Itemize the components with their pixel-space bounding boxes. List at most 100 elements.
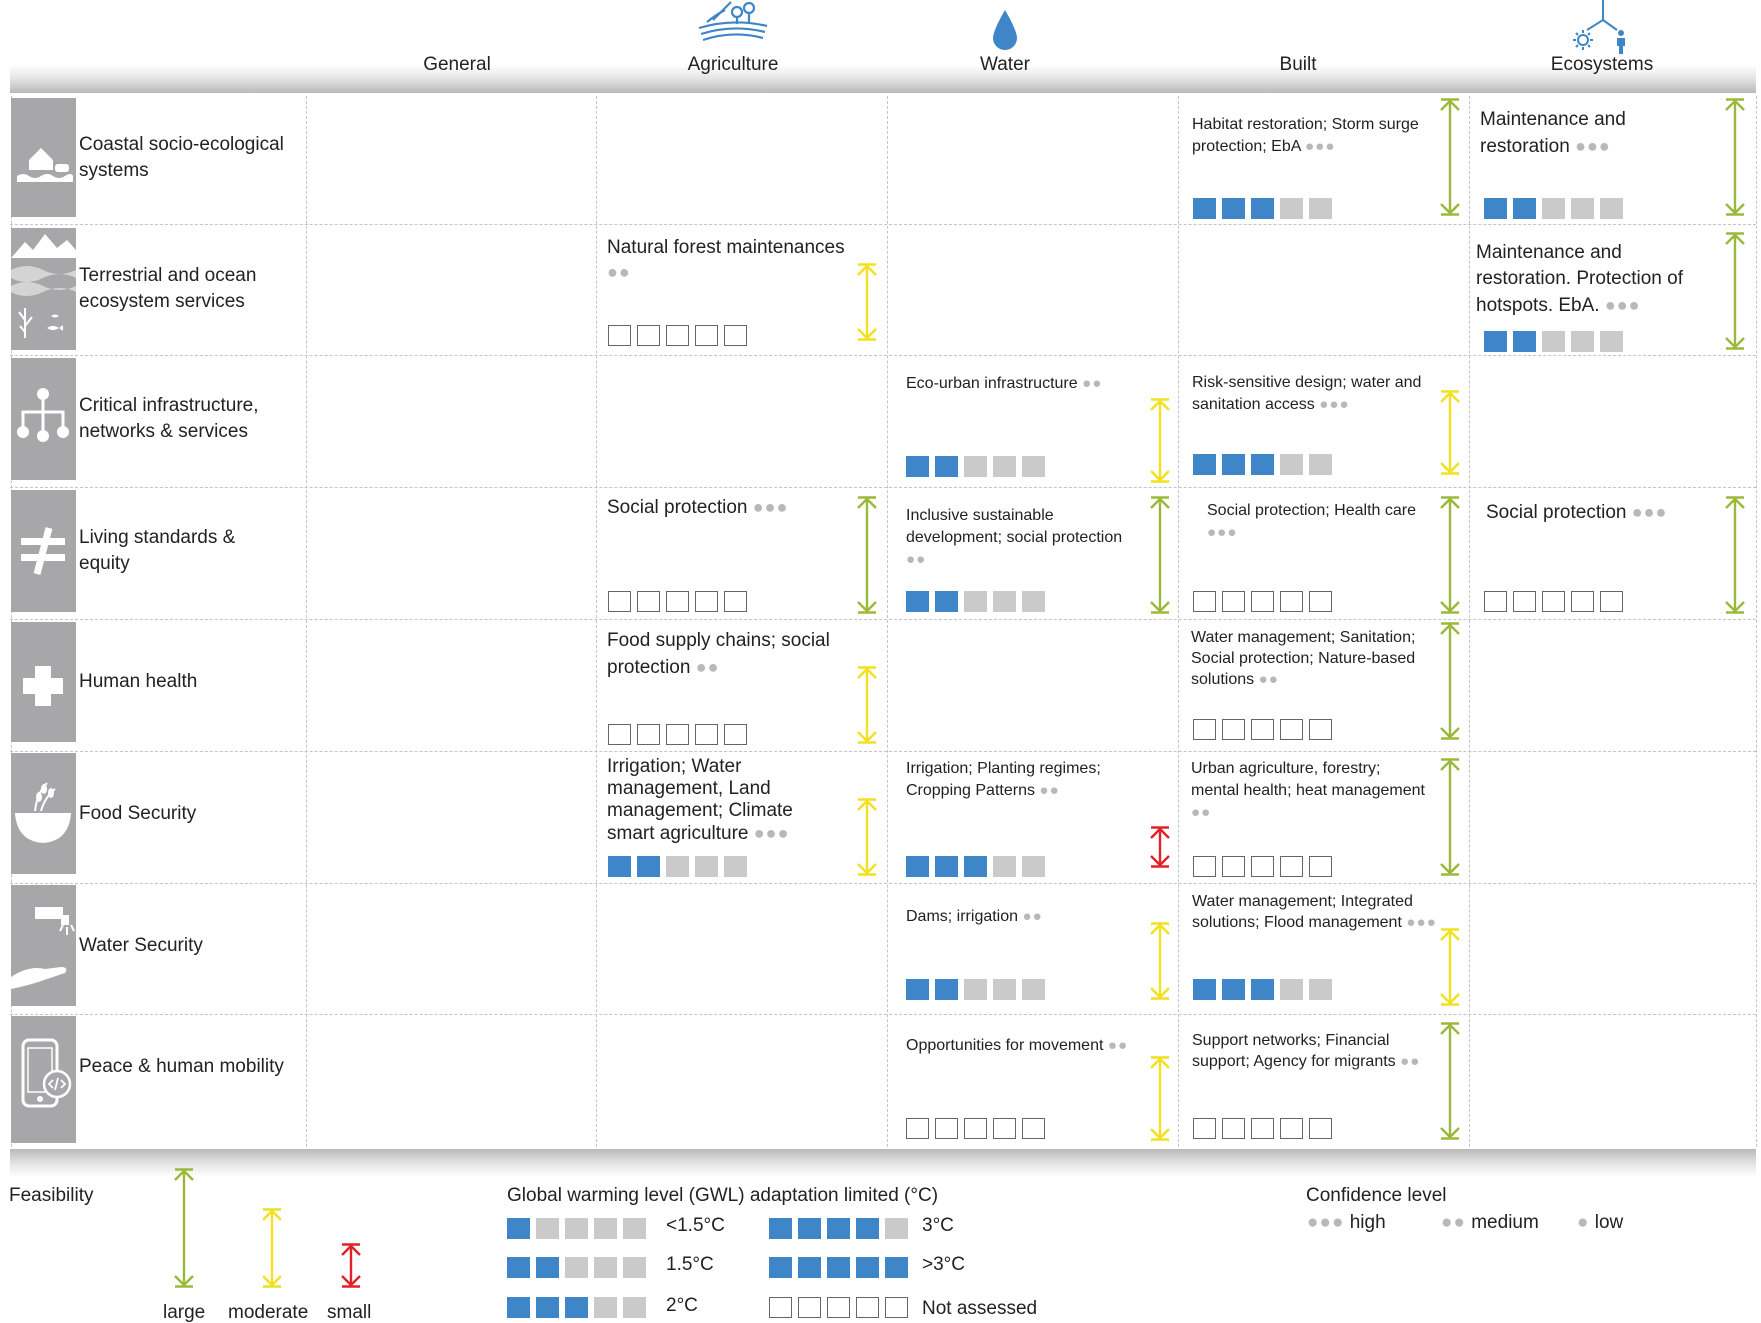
legend-gwl-blocks [507, 1257, 646, 1278]
legend-feasibility-label: small [327, 1302, 372, 1323]
gwl-block [608, 325, 631, 346]
column-divider [596, 96, 597, 1147]
gwl-indicator [608, 591, 747, 612]
gwl-block [1222, 591, 1245, 612]
gwl-block [964, 591, 987, 612]
legend-confidence-title: Confidence level [1306, 1185, 1447, 1206]
legend-feasibility-label: moderate [228, 1302, 309, 1323]
gwl-block [1193, 198, 1216, 219]
gwl-block [637, 325, 660, 346]
gwl-block [1309, 454, 1332, 475]
option-text: Maintenance and restoration. Protection … [1476, 242, 1683, 316]
gwl-block [536, 1297, 559, 1318]
gwl-block [724, 856, 747, 877]
option-text: Urban agriculture, forestry; mental heal… [1191, 760, 1425, 799]
gwl-block [1484, 198, 1507, 219]
ecosystem-network-icon [1567, 0, 1637, 59]
gwl-block [856, 1297, 879, 1318]
option-text: Water management; Sanitation; Social pro… [1191, 629, 1416, 688]
option-text: Social protection [607, 497, 748, 518]
gwl-block [1022, 591, 1045, 612]
gwl-block [769, 1257, 792, 1278]
gwl-block [935, 591, 958, 612]
row-label: Human health [79, 671, 198, 692]
legend-arrow-large [174, 1168, 194, 1288]
gwl-block [565, 1297, 588, 1318]
gwl-block [1309, 198, 1332, 219]
gwl-block [1022, 456, 1045, 477]
gwl-block [623, 1297, 646, 1318]
feasibility-arrow-large [1725, 98, 1745, 216]
column-header-general: General [423, 54, 491, 75]
gwl-indicator [906, 979, 1045, 1000]
feasibility-arrow-moderate [1440, 928, 1460, 1006]
mountain-ocean-icon [11, 228, 76, 350]
gwl-block [1251, 198, 1274, 219]
gwl-block [608, 591, 631, 612]
adaptation-option: Irrigation; Planting regimes; Cropping P… [906, 758, 1156, 802]
confidence-dots: ●●● [753, 823, 790, 843]
confidence-dots: ●● [1107, 1037, 1129, 1054]
gwl-block [1251, 454, 1274, 475]
gwl-block [1542, 331, 1565, 352]
gwl-block [695, 591, 718, 612]
column-divider [306, 96, 307, 1147]
feasibility-arrow-moderate [857, 666, 877, 744]
mobile-phone-icon [11, 1016, 76, 1143]
gwl-indicator [1193, 719, 1332, 740]
column-divider [1469, 96, 1470, 1147]
row-label: Coastal socio-ecological systems [79, 133, 284, 181]
gwl-indicator [608, 856, 747, 877]
legend-gwl-blocks [507, 1218, 646, 1239]
gwl-block [1280, 719, 1303, 740]
gwl-block [695, 325, 718, 346]
gwl-block [856, 1218, 879, 1239]
gwl-block [695, 724, 718, 745]
gwl-block [993, 856, 1016, 877]
row-divider [10, 224, 1756, 225]
gwl-block [1280, 591, 1303, 612]
adaptation-option: Risk-sensitive design; water and sanitat… [1192, 372, 1432, 416]
gwl-block [724, 591, 747, 612]
confidence-dots: ●● [1022, 908, 1043, 925]
gwl-block [1571, 331, 1594, 352]
gwl-indicator [1193, 856, 1332, 877]
gwl-block [769, 1297, 792, 1318]
gwl-block [594, 1257, 617, 1278]
gwl-block [565, 1257, 588, 1278]
adaptation-option: Dams; irrigation ●● [906, 906, 1146, 928]
gwl-block [906, 856, 929, 877]
column-divider [1178, 96, 1179, 1147]
gwl-block [1280, 1118, 1303, 1139]
legend-gwl-blocks [769, 1218, 908, 1239]
confidence-dots: ●●● [1307, 1212, 1345, 1233]
column-divider [1756, 96, 1757, 1147]
option-text: Eco-urban infrastructure [906, 375, 1078, 392]
gwl-block [993, 591, 1016, 612]
legend-confidence-item: ●●● high [1307, 1212, 1386, 1234]
gwl-block [1251, 591, 1274, 612]
gwl-block [1309, 1118, 1332, 1139]
gwl-block [594, 1218, 617, 1239]
legend-gwl-label: <1.5°C [666, 1215, 725, 1236]
row-divider [10, 751, 1756, 752]
feasibility-arrow-moderate [1150, 398, 1170, 483]
legend-confidence-item: ● low [1577, 1212, 1623, 1234]
gwl-block [608, 856, 631, 877]
gwl-block [536, 1218, 559, 1239]
gwl-indicator [1193, 979, 1332, 1000]
legend-arrow-moderate [262, 1208, 282, 1288]
confidence-dots: ●●● [1631, 502, 1668, 522]
row-label: Critical infrastructure, networks & serv… [79, 395, 259, 442]
footer-band [10, 1149, 1756, 1177]
feasibility-arrow-moderate [1440, 390, 1460, 475]
feasibility-arrow-moderate [1150, 1056, 1170, 1141]
legend-confidence-label: medium [1471, 1212, 1539, 1233]
confidence-dots: ● [1577, 1212, 1590, 1233]
gwl-indicator [1193, 1118, 1332, 1139]
legend-confidence-item: ●● medium [1441, 1212, 1539, 1234]
fields-icon [693, 0, 773, 49]
adaptation-option: Opportunities for movement ●● [906, 1035, 1146, 1057]
legend-gwl-label: 1.5°C [666, 1254, 714, 1275]
gwl-block [1484, 591, 1507, 612]
